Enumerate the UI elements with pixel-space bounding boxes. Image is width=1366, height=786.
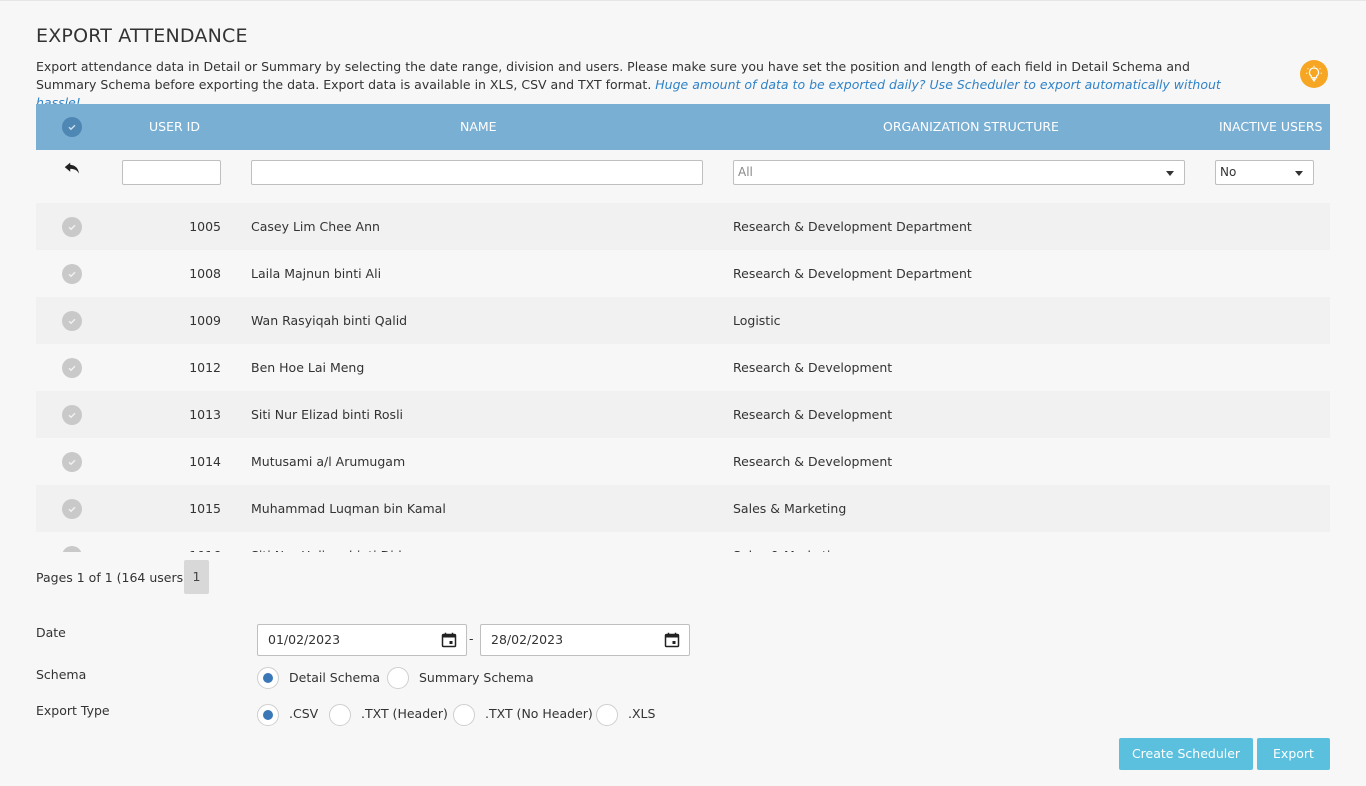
col-header-user-id[interactable]: USER ID [149,104,200,150]
col-header-name[interactable]: NAME [460,104,497,150]
calendar-icon[interactable] [664,632,680,648]
row-select-checkbox[interactable] [62,546,82,552]
filter-row: All No [36,150,1330,202]
check-icon [68,124,76,131]
table-body[interactable]: 1005 Casey Lim Chee Ann Research & Develop… [36,203,1330,552]
radio-txt-no-header[interactable] [453,704,475,726]
reset-filter-icon[interactable] [62,158,84,180]
row-name: Casey Lim Chee Ann [251,219,380,234]
table-header: USER ID NAME ORGANIZATION STRUCTURE INAC… [36,104,1330,150]
detail-schema-label[interactable]: Detail Schema [289,670,380,685]
row-organization: Research & Development Department [733,266,972,281]
row-name: Laila Majnun binti Ali [251,266,382,281]
radio-summary-schema[interactable] [387,667,409,689]
summary-schema-label[interactable]: Summary Schema [419,670,534,685]
export-button[interactable]: Export [1257,738,1330,770]
chevron-down-icon [1166,171,1174,176]
name-filter-input[interactable] [251,160,703,185]
schema-label: Schema [36,667,87,682]
create-scheduler-button[interactable]: Create Scheduler [1119,738,1253,770]
inactive-users-filter-value: No [1220,165,1237,179]
row-name: Mutusami a/l Arumugam [251,454,406,469]
xls-label[interactable]: .XLS [628,706,655,721]
txt-header-label[interactable]: .TXT (Header) [361,706,448,721]
row-organization: Research & Development [733,407,893,422]
table-row[interactable]: 1013 Siti Nur Elizad binti Rosli Research … [36,391,1330,438]
check-icon [68,459,76,466]
check-icon [68,506,76,513]
page-title: EXPORT ATTENDANCE [36,25,248,47]
export-attendance-page: EXPORT ATTENDANCE Export attendance data… [0,0,1366,786]
row-name: Siti Nur Elizad binti Rosli [251,407,404,422]
organization-filter-select[interactable]: All [733,160,1185,185]
lightbulb-icon[interactable] [1300,60,1328,88]
export-type-label: Export Type [36,703,110,718]
row-user-id: 1013 [189,407,221,422]
check-icon [68,224,76,231]
pager-summary: Pages 1 of 1 (164 users) [36,570,188,585]
row-select-checkbox[interactable] [62,405,82,425]
radio-xls[interactable] [596,704,618,726]
table-row[interactable]: 1016 Siti Nur Halima binti Dido Sales & Ma… [36,532,1330,552]
lightbulb-glyph [1306,65,1322,82]
row-organization: Research & Development Department [733,219,972,234]
row-organization: Research & Development [733,360,893,375]
csv-label[interactable]: .CSV [289,706,318,721]
date-from-value: 01/02/2023 [268,632,341,647]
date-from-input[interactable]: 01/02/2023 [257,624,467,656]
row-user-id: 1009 [189,313,221,328]
radio-csv[interactable] [257,704,279,726]
radio-txt-header[interactable] [329,704,351,726]
check-icon [68,318,76,325]
row-user-id: 1005 [189,219,221,234]
date-label: Date [36,625,66,640]
date-range-separator: - [469,631,474,646]
inactive-users-filter-select[interactable]: No [1215,160,1314,185]
row-user-id: 1016 [122,532,221,552]
select-all-checkbox[interactable] [62,117,82,137]
row-user-id: 1012 [189,360,221,375]
col-header-inactive-users[interactable]: INACTIVE USERS [1219,104,1322,150]
row-select-checkbox[interactable] [62,311,82,331]
row-user-id: 1015 [189,501,221,516]
table-row[interactable]: 1009 Wan Rasyiqah binti Qalid Logistic [36,297,1330,344]
row-name: Wan Rasyiqah binti Qalid [251,313,408,328]
row-name: Ben Hoe Lai Meng [251,360,365,375]
check-icon [68,412,76,419]
undo-arrow [64,162,79,174]
row-organization: Research & Development [733,454,893,469]
row-organization: Logistic [733,313,781,328]
row-organization: Sales & Marketing [733,501,847,516]
row-user-id: 1008 [189,266,221,281]
row-user-id: 1014 [189,454,221,469]
row-select-checkbox[interactable] [62,452,82,472]
row-organization: Sales & Marketing [733,532,846,552]
col-header-organization[interactable]: ORGANIZATION STRUCTURE [883,104,1059,150]
date-to-input[interactable]: 28/02/2023 [480,624,690,656]
calendar-icon[interactable] [441,632,457,648]
table-row[interactable]: 1008 Laila Majnun binti Ali Research & Dev… [36,250,1330,297]
table-row[interactable]: 1015 Muhammad Luqman bin Kamal Sales & Mar… [36,485,1330,532]
check-icon [67,551,77,552]
chevron-down-icon [1295,171,1303,176]
page-button-1[interactable]: 1 [184,560,209,594]
organization-filter-value: All [738,165,753,179]
radio-detail-schema[interactable] [257,667,279,689]
table-row[interactable]: 1005 Casey Lim Chee Ann Research & Develop… [36,203,1330,250]
txt-no-header-label[interactable]: .TXT (No Header) [485,706,593,721]
row-select-checkbox[interactable] [62,264,82,284]
row-select-checkbox[interactable] [62,499,82,519]
date-to-value: 28/02/2023 [491,632,564,647]
row-name: Siti Nur Halima binti Dido [251,532,409,552]
check-icon [68,271,76,278]
row-select-checkbox[interactable] [62,217,82,237]
row-name: Muhammad Luqman bin Kamal [251,501,446,516]
row-select-checkbox[interactable] [62,358,82,378]
check-icon [68,365,76,372]
table-row[interactable]: 1012 Ben Hoe Lai Meng Research & Developme… [36,344,1330,391]
table-row[interactable]: 1014 Mutusami a/l Arumugam Research & Deve… [36,438,1330,485]
user-id-filter-input[interactable] [122,160,221,185]
